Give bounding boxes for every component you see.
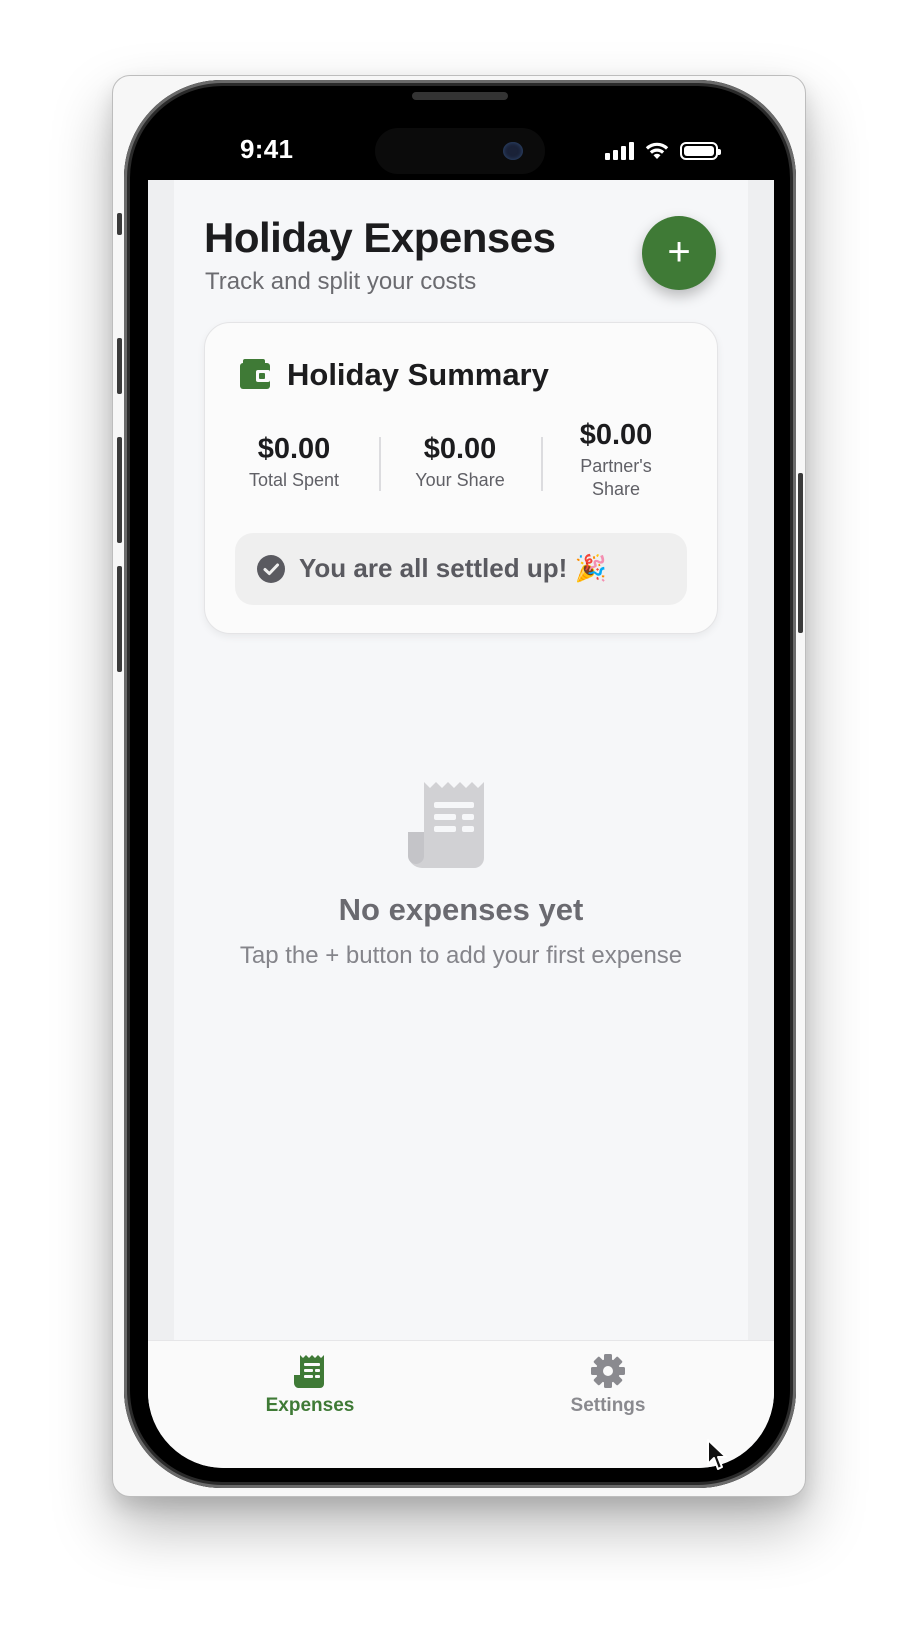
status-time: 9:41 — [240, 134, 294, 164]
empty-state-message: Tap the + button to add your first expen… — [239, 942, 683, 969]
page-title: Holiday Expenses — [204, 214, 556, 261]
settled-message: You are all settled up! 🎉 — [299, 553, 607, 583]
status-bar: 9:41 — [148, 120, 774, 180]
stat-value: $0.00 — [257, 433, 331, 465]
stat-label: Partner's Share — [580, 456, 652, 499]
wallet-icon — [240, 359, 270, 389]
speaker-slit — [412, 92, 508, 100]
mouse-cursor-icon — [707, 1439, 727, 1470]
stat-divider — [541, 437, 543, 491]
plus-icon: + — [667, 230, 691, 274]
power-button — [798, 473, 803, 633]
stat-label: Your Share — [415, 470, 505, 490]
summary-card: Holiday Summary $0.00 Total Spent $0.00 … — [204, 322, 718, 634]
dynamic-island — [375, 128, 545, 174]
tab-expenses[interactable]: Expenses — [240, 1353, 380, 1417]
volume-up-button — [117, 338, 122, 394]
page-subtitle: Track and split your costs — [205, 268, 477, 295]
receipt-icon — [293, 1355, 324, 1388]
camera-icon — [503, 142, 523, 160]
app-screen: Holiday Expenses Track and split your co… — [148, 180, 774, 1468]
tab-label: Expenses — [265, 1395, 355, 1416]
receipt-icon — [408, 782, 484, 868]
stat-value: $0.00 — [423, 433, 497, 465]
simulator-stage: 9:41 Holiday Expenses Track and split yo… — [0, 0, 916, 1644]
content-gutter-right — [748, 180, 774, 1340]
stat-your-share: $0.00 Your Share — [395, 431, 525, 492]
stat-partner-share: $0.00 Partner's Share — [560, 417, 672, 501]
battery-icon — [680, 142, 721, 160]
content-gutter-left — [148, 180, 174, 1340]
stat-label: Total Spent — [248, 470, 340, 490]
check-circle-icon — [257, 555, 285, 583]
tab-settings[interactable]: Settings — [538, 1353, 678, 1417]
gear-icon — [591, 1354, 625, 1388]
empty-state-title: No expenses yet — [338, 892, 584, 927]
tab-label: Settings — [570, 1395, 646, 1416]
stat-divider — [379, 437, 381, 491]
volume-down-button — [117, 437, 122, 543]
tab-bar: Expenses Settings — [148, 1340, 774, 1468]
status-icons — [605, 138, 721, 164]
action-button — [117, 213, 122, 235]
mute-switch — [117, 566, 122, 672]
add-expense-button[interactable]: + — [642, 216, 716, 290]
summary-title: Holiday Summary — [287, 357, 549, 392]
cellular-signal-icon — [605, 142, 634, 160]
stat-value: $0.00 — [579, 419, 653, 451]
settled-status: You are all settled up! 🎉 — [235, 533, 687, 605]
wifi-icon — [645, 142, 669, 159]
stat-total-spent: $0.00 Total Spent — [229, 431, 359, 492]
